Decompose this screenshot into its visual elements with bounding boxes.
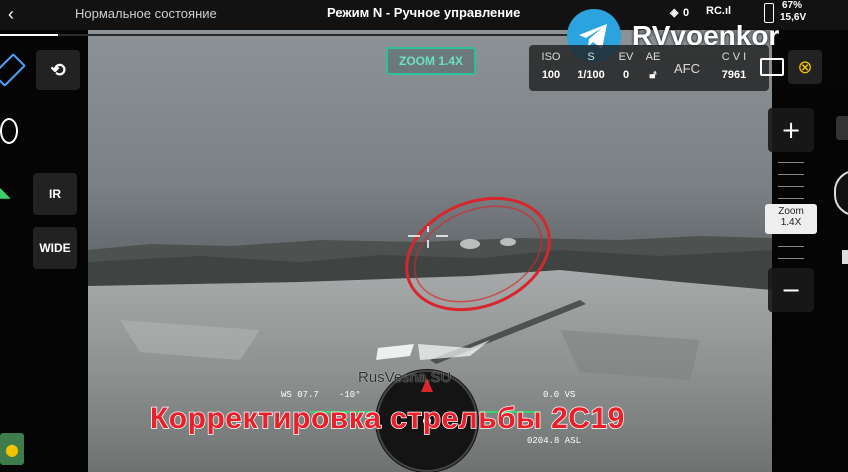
battery-voltage: 15,6V: [780, 12, 807, 23]
flight-route-button[interactable]: ⟲: [36, 50, 80, 90]
storage-info: C V I 7961: [721, 51, 747, 81]
battery-percent: 67%: [782, 0, 803, 11]
recording-indicator: [842, 250, 848, 264]
heading-readout: -10°: [339, 390, 361, 400]
camera-settings-panel[interactable]: ISO 100 S 1/100 EV 0 AE 🔓︎ AFC C V I 796…: [529, 45, 769, 91]
status-text: Нормальное состояние: [75, 6, 217, 21]
wind-speed: WS 07.7: [281, 390, 319, 400]
ev-setting[interactable]: EV 0: [615, 51, 637, 81]
af-mode[interactable]: AFC: [671, 61, 703, 76]
zoom-out-button[interactable]: −: [768, 268, 814, 312]
location-icon[interactable]: ●: [0, 433, 24, 465]
video-subtitle: Корректировка стрельбы 2С19: [149, 401, 625, 436]
ai-track-icon[interactable]: ⊗: [788, 50, 822, 84]
iso-setting[interactable]: ISO 100: [537, 51, 565, 81]
lock-icon: 🔓︎: [649, 69, 657, 81]
zoom-badge-text: ZOOM 1.4X: [398, 54, 463, 68]
grid-view-icon[interactable]: [836, 116, 848, 140]
zoom-level-label: Zoom 1.4X: [765, 204, 817, 234]
back-chevron-icon[interactable]: ‹: [8, 4, 14, 25]
camera-settings-icon[interactable]: [760, 58, 784, 76]
flight-mode-text[interactable]: Режим N - Ручное управление: [327, 5, 520, 20]
return-home-icon[interactable]: [0, 118, 18, 144]
zoom-control[interactable]: + Zoom 1.4X −: [765, 108, 817, 312]
shutter-setting[interactable]: S 1/100: [569, 51, 613, 81]
zoom-badge: ZOOM 1.4X: [386, 47, 476, 75]
altitude-asl: 0204.8 ASL: [527, 436, 582, 446]
zoom-in-button[interactable]: +: [768, 108, 814, 152]
wide-button[interactable]: WIDE: [33, 227, 77, 269]
ae-lock[interactable]: AE 🔓︎: [639, 51, 667, 82]
rusvesna-watermark: RusVesna.SU: [358, 369, 452, 386]
vertical-speed: 0.0 VS: [543, 390, 576, 400]
compass-arrow-icon: ◣: [0, 185, 11, 201]
ir-button[interactable]: IR: [33, 173, 77, 215]
